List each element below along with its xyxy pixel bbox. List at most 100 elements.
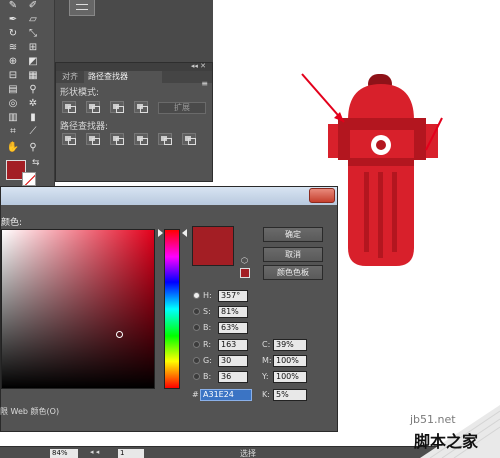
eyedropper-tool-icon[interactable]: ⚲ — [26, 84, 40, 96]
tab-align[interactable]: 对齐 — [58, 71, 82, 83]
cancel-button[interactable]: 取消 — [263, 247, 323, 262]
blue-radio[interactable] — [193, 373, 200, 380]
hydrant-dome — [348, 84, 414, 120]
minus-front-button[interactable] — [86, 101, 100, 113]
crop-button[interactable] — [134, 133, 148, 145]
new-color-preview — [192, 226, 234, 266]
panel-menu-icon[interactable]: ≡ — [201, 79, 208, 88]
zoom-level-field[interactable]: 84% — [50, 449, 78, 458]
magenta-field-row: M: 100% — [262, 355, 312, 367]
blend-tool-icon[interactable]: ◎ — [6, 98, 20, 110]
red-input[interactable]: 163 — [218, 339, 248, 351]
eraser-tool-icon[interactable]: ▱ — [26, 14, 40, 26]
hydrant-groove — [378, 172, 383, 258]
pen-tool-icon[interactable]: ✎ — [6, 0, 20, 12]
close-button[interactable] — [309, 188, 335, 203]
hydrant-groove — [364, 172, 369, 252]
red-label: R: — [203, 340, 212, 349]
black-input[interactable]: 5% — [273, 389, 307, 401]
green-input[interactable]: 30 — [218, 355, 248, 367]
free-transform-tool-icon[interactable]: ⊞ — [26, 42, 40, 54]
tab-pathfinder[interactable]: 路径查找器 — [84, 71, 162, 83]
trim-button[interactable] — [86, 133, 100, 145]
color-swatches-button[interactable]: 颜色色板 — [263, 265, 323, 280]
hex-input[interactable]: A31E24 — [200, 389, 252, 401]
magenta-label: M: — [262, 356, 272, 365]
saturation-brightness-field[interactable] — [1, 229, 155, 389]
hue-slider-arrow-icon[interactable] — [158, 229, 163, 237]
watermark-name: 脚本之家 — [414, 432, 479, 451]
brush-tool-icon[interactable]: ✒ — [6, 14, 20, 26]
ok-button[interactable]: 确定 — [263, 227, 323, 242]
hydrant-groove — [392, 172, 397, 252]
symbol-sprayer-tool-icon[interactable]: ✲ — [26, 98, 40, 110]
magenta-input[interactable]: 100% — [273, 355, 307, 367]
watermark-site: jb51.net — [410, 413, 456, 426]
cyan-input[interactable]: 39% — [273, 339, 307, 351]
red-field-row: R: 163 — [193, 339, 263, 351]
artboard-nav-icon[interactable]: ◂ ◂ — [90, 448, 99, 456]
minus-back-button[interactable] — [182, 133, 196, 145]
hex-hash-label: # — [192, 390, 199, 399]
tools-panel: ✎ ✐ ✒ ▱ ↻ ⤡ ≋ ⊞ ⊕ ◩ ⊟ ▦ ▤ ⚲ ◎ ✲ ▥ ▮ ⌗ ⟋ … — [0, 0, 55, 190]
shape-modes-label: 形状模式: — [60, 88, 100, 98]
yellow-input[interactable]: 100% — [273, 371, 307, 383]
warp-tool-icon[interactable]: ≋ — [6, 42, 20, 54]
live-paint-tool-icon[interactable]: ◩ — [26, 56, 40, 68]
saturation-field-row: S: 81% — [193, 306, 263, 318]
hue-slider-arrow-icon[interactable] — [182, 229, 187, 237]
perspective-tool-icon[interactable]: ⊟ — [6, 70, 20, 82]
unite-button[interactable] — [62, 101, 76, 113]
brightness-input[interactable]: 63% — [218, 322, 248, 334]
cyan-label: C: — [262, 340, 271, 349]
hydrant-left-nozzle-neck — [338, 118, 350, 160]
web-safe-color-swatch[interactable] — [240, 268, 250, 278]
scale-tool-icon[interactable]: ⤡ — [26, 28, 40, 40]
gradient-tool-icon[interactable]: ▤ — [6, 84, 20, 96]
shape-builder-tool-icon[interactable]: ⊕ — [6, 56, 20, 68]
panel-title-bar[interactable]: ◂◂ ✕ — [56, 62, 212, 71]
brightness-radio[interactable] — [193, 324, 200, 331]
hue-slider[interactable] — [164, 229, 180, 389]
artboard-tool-icon[interactable]: ⌗ — [6, 126, 20, 138]
blue-label: B: — [203, 372, 212, 381]
panel-tabs: 对齐 路径查找器 ≡ — [56, 71, 212, 88]
saturation-label: S: — [203, 307, 211, 316]
merge-button[interactable] — [110, 133, 124, 145]
hue-input[interactable]: 357° — [218, 290, 248, 302]
swap-colors-icon[interactable]: ⇆ — [32, 158, 40, 168]
hand-tool-icon[interactable]: ✋ — [6, 142, 20, 154]
artboard-number-field[interactable]: 1 — [118, 449, 144, 458]
expand-button[interactable]: 扩展 — [158, 102, 206, 114]
slice-tool-icon[interactable]: ⟋ — [26, 126, 40, 138]
saturation-input[interactable]: 81% — [218, 306, 248, 318]
collapse-icon[interactable]: ◂◂ ✕ — [191, 62, 206, 70]
exclude-button[interactable] — [134, 101, 148, 113]
pathfinders-label: 路径查找器: — [60, 122, 109, 132]
green-field-row: G: 30 — [193, 355, 263, 367]
blue-input[interactable]: 36 — [218, 371, 248, 383]
intersect-button[interactable] — [110, 101, 124, 113]
green-label: G: — [203, 356, 212, 365]
green-radio[interactable] — [193, 357, 200, 364]
hue-radio[interactable] — [193, 292, 200, 299]
zoom-tool-icon[interactable]: ⚲ — [26, 142, 40, 154]
hydrant-valve-inner — [376, 140, 386, 150]
graph-tool-icon[interactable]: ▥ — [6, 112, 20, 124]
red-radio[interactable] — [193, 341, 200, 348]
color-cursor[interactable] — [116, 331, 123, 338]
out-of-web-gamut-icon[interactable]: ⬡ — [241, 256, 248, 265]
pencil-tool-icon[interactable]: ✐ — [26, 0, 40, 12]
web-colors-only-checkbox-label[interactable]: 限 Web 颜色(O) — [0, 406, 59, 417]
stroke-color-swatch[interactable] — [22, 172, 36, 186]
divide-button[interactable] — [62, 133, 76, 145]
dialog-title-bar[interactable] — [1, 187, 337, 205]
saturation-radio[interactable] — [193, 308, 200, 315]
hue-label: H: — [203, 291, 212, 300]
rotate-tool-icon[interactable]: ↻ — [6, 28, 20, 40]
hydrant-right-nozzle-neck — [414, 118, 426, 160]
outline-button[interactable] — [158, 133, 172, 145]
hydrant-band — [348, 158, 414, 166]
column-graph-tool-icon[interactable]: ▮ — [26, 112, 40, 124]
mesh-tool-icon[interactable]: ▦ — [26, 70, 40, 82]
